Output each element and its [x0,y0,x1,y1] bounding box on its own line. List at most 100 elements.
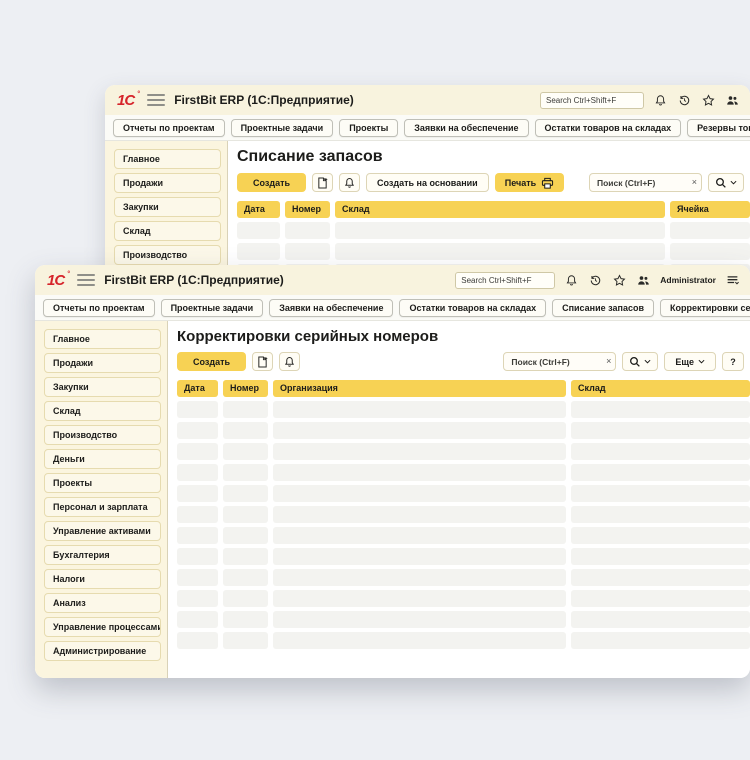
table-row[interactable] [177,422,750,439]
help-button[interactable]: ? [722,352,744,371]
column-header[interactable]: Дата [237,201,280,218]
table-cell-skeleton [177,422,218,439]
sidebar-item[interactable]: Анализ [44,593,161,613]
tab[interactable]: Остатки товаров на складах [399,299,546,317]
search-options-button[interactable] [622,352,658,371]
sidebar-item[interactable]: Главное [44,329,161,349]
notifications-bell-icon[interactable] [564,273,579,288]
notify-bell-button[interactable] [339,173,360,192]
table-cell-skeleton [273,611,566,628]
table-cell-skeleton [670,222,750,239]
create-button[interactable]: Создать [177,352,246,371]
list-search: × [503,352,616,371]
table-row[interactable] [177,527,750,544]
tab[interactable]: Проекты [339,119,398,137]
table-row[interactable] [177,401,750,418]
sidebar-item[interactable]: Бухгалтерия [44,545,161,565]
table-row[interactable] [177,506,750,523]
sidebar-item[interactable]: Налоги [44,569,161,589]
app-title: FirstBit ERP (1С:Предприятие) [104,273,284,287]
sidebar-item[interactable]: Закупки [44,377,161,397]
table-cell-skeleton [571,485,750,502]
tab[interactable]: Отчеты по проектам [113,119,225,137]
copy-document-button[interactable] [312,173,333,192]
print-button[interactable]: Печать [495,173,564,192]
table-row[interactable] [177,443,750,460]
search-options-button[interactable] [708,173,744,192]
tab[interactable]: Проектные задачи [161,299,264,317]
table-header-row: Дата Номер Склад Ячейка [237,201,750,218]
column-header[interactable]: Организация [273,380,566,397]
bell-icon [344,177,355,189]
create-button[interactable]: Создать [237,173,306,192]
sidebar-item[interactable]: Закупки [114,197,221,217]
table-cell-skeleton [571,464,750,481]
copy-document-button[interactable] [252,352,273,371]
table-row[interactable] [177,464,750,481]
table-cell-skeleton [273,401,566,418]
tab[interactable]: Резервы товаров [687,119,750,137]
notifications-bell-icon[interactable] [653,93,668,108]
tab[interactable]: Проектные задачи [231,119,334,137]
column-header[interactable]: Склад [335,201,665,218]
sidebar-item[interactable]: Персонал и зарплата [44,497,161,517]
table-cell-skeleton [177,443,218,460]
sidebar-item[interactable]: Управление процессами [44,617,161,637]
favorites-star-icon[interactable] [612,273,627,288]
clear-search-icon[interactable]: × [692,178,697,187]
tab[interactable]: Отчеты по проектам [43,299,155,317]
table-row[interactable] [177,548,750,565]
sidebar-item[interactable]: Администрирование [44,641,161,661]
column-header[interactable]: Ячейка [670,201,750,218]
history-icon[interactable] [677,93,692,108]
sidebar-item[interactable]: Склад [114,221,221,241]
sidebar-item[interactable]: Продажи [44,353,161,373]
sidebar-item[interactable]: Проекты [44,473,161,493]
column-header[interactable]: Дата [177,380,218,397]
table-row[interactable] [177,569,750,586]
table-cell-skeleton [571,506,750,523]
table-cell-skeleton [177,527,218,544]
tab[interactable]: Списание запасов [552,299,654,317]
table-row[interactable] [237,222,750,239]
discussions-users-icon[interactable] [636,273,651,288]
column-header[interactable]: Склад [571,380,750,397]
sidebar-item[interactable]: Склад [44,401,161,421]
table-row[interactable] [177,590,750,607]
sidebar-item[interactable]: Главное [114,149,221,169]
global-search-input[interactable] [540,92,644,109]
tab[interactable]: Корректировки серийных номеров [660,299,750,317]
create-based-on-button[interactable]: Создать на основании [366,173,489,192]
user-name[interactable]: Administrator [660,275,716,285]
page-title: Списание запасов [237,148,750,166]
favorites-star-icon[interactable] [701,93,716,108]
clear-search-icon[interactable]: × [606,357,611,366]
table-row[interactable] [177,485,750,502]
tab[interactable]: Остатки товаров на складах [535,119,682,137]
page-title: Корректировки серийных номеров [177,328,750,345]
table-cell-skeleton [237,243,280,260]
sidebar-item[interactable]: Производство [44,425,161,445]
list-search-input[interactable] [503,352,616,371]
column-header[interactable]: Номер [285,201,330,218]
main-menu-icon[interactable] [147,94,165,106]
sidebar-item[interactable]: Производство [114,245,221,265]
main-menu-icon[interactable] [77,274,95,286]
table-row[interactable] [177,632,750,649]
tab[interactable]: Заявки на обеспечение [269,299,393,317]
history-icon[interactable] [588,273,603,288]
sidebar-item[interactable]: Продажи [114,173,221,193]
list-search-input[interactable] [589,173,702,192]
column-header[interactable]: Номер [223,380,268,397]
tab[interactable]: Заявки на обеспечение [404,119,528,137]
table-row[interactable] [237,243,750,260]
more-button[interactable]: Еще [664,352,716,371]
discussions-users-icon[interactable] [725,93,740,108]
notify-bell-button[interactable] [279,352,300,371]
table-row[interactable] [177,611,750,628]
sidebar-item[interactable]: Управление активами [44,521,161,541]
sidebar-item[interactable]: Деньги [44,449,161,469]
table-cell-skeleton [285,222,330,239]
global-search-input[interactable] [455,272,555,289]
global-menu-icon[interactable] [725,273,740,288]
